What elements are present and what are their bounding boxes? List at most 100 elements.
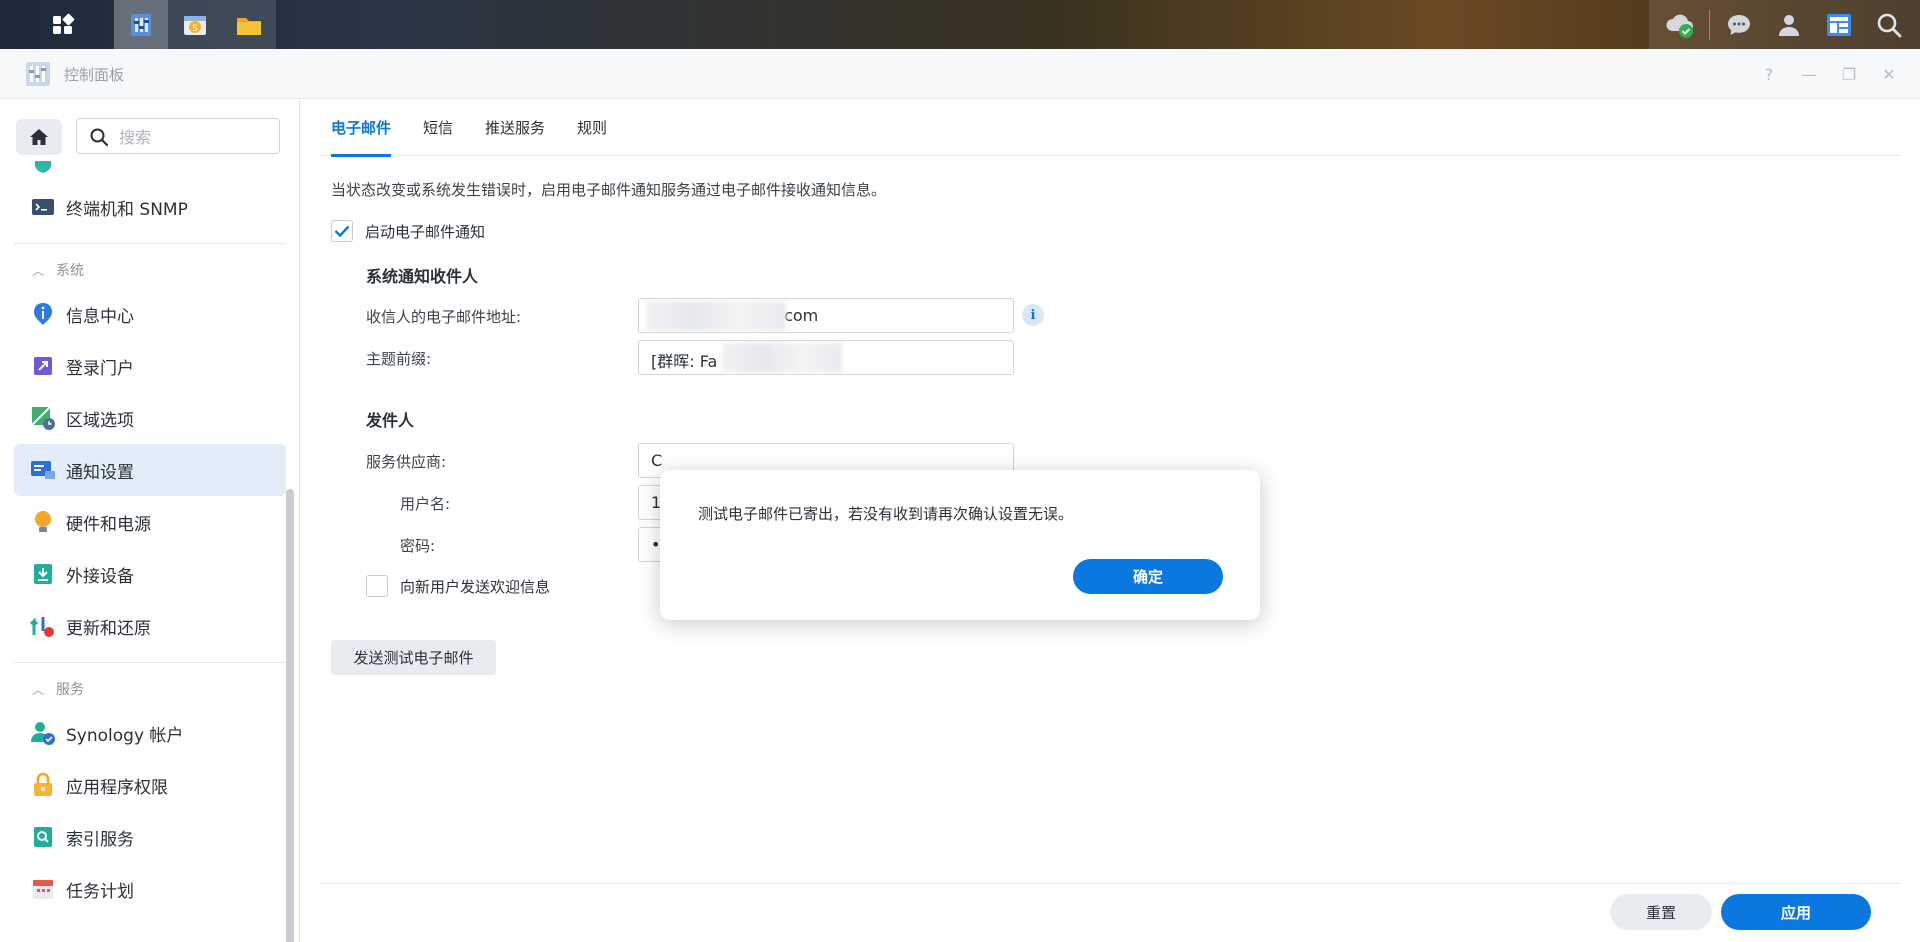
help-icon[interactable]: ? (1756, 61, 1782, 87)
package-center-icon[interactable]: S (168, 0, 222, 49)
window-controls: ? — ❐ ✕ (1756, 61, 1902, 87)
tab-email[interactable]: 电子邮件 (320, 99, 401, 157)
sidebar-item-regional[interactable]: 区域选项 (14, 392, 286, 444)
chevron-up-icon: ︿ (32, 682, 45, 697)
enable-email-label: 启动电子邮件通知 (365, 222, 486, 241)
sidebar-item-update-restore[interactable]: 更新和还原 (14, 600, 286, 652)
apps-grid-icon[interactable] (36, 0, 90, 49)
update-icon (30, 613, 56, 639)
taskbar-divider (1709, 9, 1710, 40)
section-label: 系统 (56, 263, 85, 279)
sidebar-nav: 终端机和 SNMP ︿ 系统 信息中心 登录门户 区域选项 通知设置 硬件和电源… (14, 161, 286, 915)
divider (14, 243, 286, 244)
sidebar-item-label: 外接设备 (66, 566, 134, 587)
search-icon[interactable] (1864, 0, 1914, 49)
section-system[interactable]: ︿ 系统 (14, 252, 286, 288)
password-label: 密码: (400, 537, 436, 555)
window-title: 控制面板 (64, 66, 125, 84)
sidebar-item-label: 硬件和电源 (66, 514, 151, 535)
chat-icon[interactable] (1714, 0, 1764, 49)
recipients-heading: 系统通知收件人 (366, 267, 479, 286)
taskbar: S (0, 0, 1920, 49)
calendar-icon (30, 876, 56, 902)
sidebar: 终端机和 SNMP ︿ 系统 信息中心 登录门户 区域选项 通知设置 (0, 99, 300, 942)
close-icon[interactable]: ✕ (1876, 61, 1902, 87)
sidebar-item-hardware[interactable]: 硬件和电源 (14, 496, 286, 548)
sender-heading: 发件人 (366, 411, 415, 430)
sidebar-item-indexing[interactable]: 索引服务 (14, 811, 286, 863)
section-services[interactable]: ︿ 服务 (14, 671, 286, 707)
recipient-email-label: 收信人的电子邮件地址: (366, 308, 522, 326)
provider-label: 服务供应商: (366, 453, 447, 471)
restore-icon[interactable]: ❐ (1836, 61, 1862, 87)
cloud-sync-icon[interactable] (1655, 0, 1705, 49)
sidebar-item-label: 索引服务 (66, 829, 134, 850)
sidebar-item-label: 区域选项 (66, 410, 134, 431)
divider (14, 662, 286, 663)
ok-button[interactable]: 确定 (1073, 559, 1223, 594)
taskbar-right (1649, 0, 1920, 49)
info-icon (30, 301, 56, 327)
test-email-sent-dialog: 测试电子邮件已寄出，若没有收到请再次确认设置无误。 确定 (660, 470, 1260, 620)
svg-text:S: S (192, 24, 198, 34)
search-icon (90, 128, 109, 147)
provider-value: C (651, 451, 663, 470)
description-text: 当状态改变或系统发生错误时，启用电子邮件通知服务通过电子邮件接收通知信息。 (331, 181, 887, 199)
welcome-message-label: 向新用户发送欢迎信息 (400, 577, 551, 596)
sidebar-item-partial[interactable] (14, 161, 286, 181)
subject-prefix-label: 主题前缀: (366, 350, 432, 368)
index-icon (30, 824, 56, 850)
sidebar-item-notification[interactable]: 通知设置 (14, 444, 286, 496)
file-station-icon[interactable] (222, 0, 276, 49)
enable-email-checkbox[interactable] (331, 220, 353, 242)
window-titlebar[interactable]: 控制面板 ? — ❐ ✕ (0, 49, 1920, 99)
sidebar-item-login-portal[interactable]: 登录门户 (14, 340, 286, 392)
sidebar-item-synology-account[interactable]: Synology 帐户 (14, 707, 286, 759)
apply-button[interactable]: 应用 (1721, 894, 1871, 930)
footer-divider (320, 883, 1900, 884)
sidebar-item-info-center[interactable]: 信息中心 (14, 288, 286, 340)
notification-icon (30, 457, 56, 483)
home-button[interactable] (16, 119, 62, 155)
tab-bar: 电子邮件 短信 推送服务 规则 (320, 99, 1900, 157)
redaction-blur (646, 301, 786, 331)
terminal-icon (30, 194, 56, 220)
sidebar-item-label: Synology 帐户 (66, 725, 184, 746)
login-portal-icon (30, 353, 56, 379)
subject-prefix-value: [群晖: Fa (651, 352, 718, 371)
tab-push-service[interactable]: 推送服务 (475, 99, 555, 156)
sidebar-item-external-devices[interactable]: 外接设备 (14, 548, 286, 600)
sidebar-scrollbar[interactable] (286, 489, 294, 942)
send-test-email-button[interactable]: 发送测试电子邮件 (331, 640, 496, 675)
control-panel-window: 控制面板 ? — ❐ ✕ 终端机和 SNMP ︿ (0, 49, 1920, 942)
chevron-up-icon: ︿ (32, 263, 45, 278)
search-input[interactable] (119, 126, 269, 148)
sidebar-item-label: 信息中心 (66, 306, 134, 327)
sidebar-item-label: 终端机和 SNMP (66, 199, 188, 220)
sidebar-item-label: 应用程序权限 (66, 777, 168, 798)
sidebar-item-terminal[interactable]: 终端机和 SNMP (14, 181, 286, 233)
username-label: 用户名: (400, 495, 451, 513)
dialog-message: 测试电子邮件已寄出，若没有收到请再次确认设置无误。 (698, 505, 1074, 523)
widgets-icon[interactable] (1814, 0, 1864, 49)
info-icon[interactable]: i (1022, 304, 1044, 326)
lock-icon (30, 772, 56, 798)
control-panel-icon[interactable] (114, 0, 168, 49)
sidebar-search[interactable] (76, 118, 280, 154)
checkmark-icon (334, 225, 350, 238)
welcome-message-checkbox[interactable] (366, 575, 388, 597)
synology-account-icon (30, 720, 56, 746)
section-label: 服务 (56, 682, 85, 698)
minimize-icon[interactable]: — (1796, 61, 1822, 87)
reset-button[interactable]: 重置 (1610, 894, 1712, 930)
sidebar-item-label: 通知设置 (66, 462, 134, 483)
sidebar-item-label: 任务计划 (66, 881, 134, 902)
sidebar-item-task-scheduler[interactable]: 任务计划 (14, 863, 286, 915)
tab-sms[interactable]: 短信 (413, 99, 463, 156)
sidebar-item-label: 更新和还原 (66, 618, 151, 639)
tab-rules[interactable]: 规则 (567, 99, 617, 156)
sidebar-item-app-privileges[interactable]: 应用程序权限 (14, 759, 286, 811)
home-icon (30, 129, 48, 145)
user-icon[interactable] (1764, 0, 1814, 49)
enable-email-row: 启动电子邮件通知 (331, 220, 485, 242)
